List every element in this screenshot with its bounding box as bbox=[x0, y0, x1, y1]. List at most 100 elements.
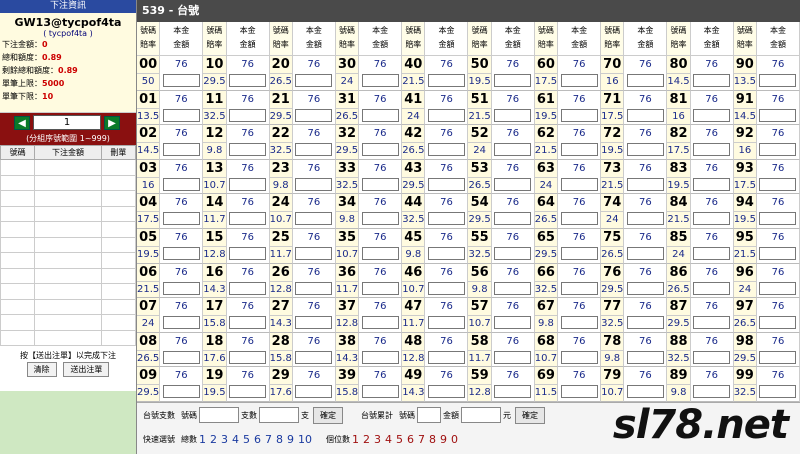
amount-input[interactable] bbox=[560, 350, 598, 364]
amount-input[interactable] bbox=[361, 281, 399, 295]
amount-input[interactable] bbox=[162, 108, 200, 122]
amount-input[interactable] bbox=[759, 350, 797, 364]
amount-input[interactable] bbox=[693, 281, 731, 295]
total-quick-number[interactable]: 4 bbox=[232, 433, 239, 446]
amount-input[interactable] bbox=[626, 143, 664, 157]
amount-input[interactable] bbox=[626, 281, 664, 295]
amount-input[interactable] bbox=[759, 246, 797, 260]
amount-input[interactable] bbox=[560, 108, 598, 122]
amount-input[interactable] bbox=[295, 74, 333, 87]
digit-quick-number[interactable]: 5 bbox=[396, 433, 403, 446]
amount-input[interactable] bbox=[759, 385, 797, 399]
total-quick-number[interactable]: 8 bbox=[276, 433, 283, 446]
amount-input[interactable] bbox=[295, 177, 333, 191]
amount-input[interactable] bbox=[361, 74, 399, 87]
amount-input[interactable] bbox=[461, 407, 501, 423]
num-input[interactable] bbox=[199, 407, 239, 423]
amount-input[interactable] bbox=[162, 143, 200, 157]
amount-input[interactable] bbox=[759, 143, 797, 157]
amount-input[interactable] bbox=[229, 108, 267, 122]
amount-input[interactable] bbox=[162, 74, 200, 87]
amount-input[interactable] bbox=[560, 177, 598, 191]
digit-quick-number[interactable]: 3 bbox=[374, 433, 381, 446]
amount-input[interactable] bbox=[560, 281, 598, 295]
amount-input[interactable] bbox=[229, 143, 267, 157]
amount-input[interactable] bbox=[361, 316, 399, 330]
digit-quick-number[interactable]: 0 bbox=[451, 433, 458, 446]
amount-input[interactable] bbox=[626, 177, 664, 191]
amount-input[interactable] bbox=[229, 177, 267, 191]
clear-button[interactable]: 清除 bbox=[26, 362, 57, 377]
amount-input[interactable] bbox=[759, 281, 797, 295]
amount-input[interactable] bbox=[229, 246, 267, 260]
amount-input[interactable] bbox=[295, 385, 333, 399]
amount-input[interactable] bbox=[560, 212, 598, 226]
amount-input[interactable] bbox=[229, 281, 267, 295]
amount-input[interactable] bbox=[560, 316, 598, 330]
amount-input[interactable] bbox=[361, 177, 399, 191]
amount-input[interactable] bbox=[494, 143, 532, 157]
amount-input[interactable] bbox=[162, 316, 200, 330]
amount-input[interactable] bbox=[361, 350, 399, 364]
confirm-button-1[interactable]: 確定 bbox=[313, 406, 343, 424]
amount-input[interactable] bbox=[427, 108, 465, 122]
amount-input[interactable] bbox=[494, 177, 532, 191]
amount-input[interactable] bbox=[759, 108, 797, 122]
amount-input[interactable] bbox=[427, 143, 465, 157]
amount-input[interactable] bbox=[295, 143, 333, 157]
amount-input[interactable] bbox=[693, 143, 731, 157]
amount-input[interactable] bbox=[361, 212, 399, 226]
confirm-button-2[interactable]: 確定 bbox=[515, 406, 545, 424]
prev-arrow-icon[interactable]: ◀ bbox=[14, 116, 30, 130]
amount-input[interactable] bbox=[560, 246, 598, 260]
amount-input[interactable] bbox=[693, 350, 731, 364]
amount-input[interactable] bbox=[295, 281, 333, 295]
next-arrow-icon[interactable]: ▶ bbox=[104, 116, 120, 130]
amount-input[interactable] bbox=[560, 143, 598, 157]
amount-input[interactable] bbox=[427, 74, 465, 87]
amount-input[interactable] bbox=[229, 212, 267, 226]
digit-quick-number[interactable]: 4 bbox=[385, 433, 392, 446]
amount-input[interactable] bbox=[427, 246, 465, 260]
amount-input[interactable] bbox=[162, 281, 200, 295]
amount-input[interactable] bbox=[162, 212, 200, 226]
amount-input[interactable] bbox=[759, 74, 797, 87]
digit-quick-number[interactable]: 2 bbox=[363, 433, 370, 446]
amount-input[interactable] bbox=[295, 350, 333, 364]
amount-input[interactable] bbox=[693, 212, 731, 226]
amount-input[interactable] bbox=[693, 316, 731, 330]
amount-input[interactable] bbox=[494, 212, 532, 226]
amount-input[interactable] bbox=[229, 385, 267, 399]
total-quick-number[interactable]: 5 bbox=[243, 433, 250, 446]
amount-input[interactable] bbox=[626, 212, 664, 226]
page-input[interactable]: 1 bbox=[33, 115, 101, 130]
amount-input[interactable] bbox=[162, 177, 200, 191]
amount-input[interactable] bbox=[295, 316, 333, 330]
amount-input[interactable] bbox=[361, 143, 399, 157]
amount-input[interactable] bbox=[693, 385, 731, 399]
amount-input[interactable] bbox=[162, 246, 200, 260]
amount-input[interactable] bbox=[494, 385, 532, 399]
amount-input[interactable] bbox=[494, 281, 532, 295]
amount-input[interactable] bbox=[626, 74, 664, 87]
amount-input[interactable] bbox=[626, 350, 664, 364]
amount-input[interactable] bbox=[427, 177, 465, 191]
total-quick-number[interactable]: 9 bbox=[287, 433, 294, 446]
amount-input[interactable] bbox=[361, 246, 399, 260]
total-quick-number[interactable]: 6 bbox=[254, 433, 261, 446]
amount-input[interactable] bbox=[560, 74, 598, 87]
amount-input[interactable] bbox=[494, 74, 532, 87]
total-quick-number[interactable]: 1 bbox=[199, 433, 206, 446]
amount-input[interactable] bbox=[427, 281, 465, 295]
amount-input[interactable] bbox=[560, 385, 598, 399]
amount-input[interactable] bbox=[295, 212, 333, 226]
digit-quick-number[interactable]: 9 bbox=[440, 433, 447, 446]
amount-input[interactable] bbox=[759, 212, 797, 226]
amount-input[interactable] bbox=[295, 246, 333, 260]
amount-input[interactable] bbox=[759, 177, 797, 191]
amount-input[interactable] bbox=[361, 108, 399, 122]
amount-input[interactable] bbox=[626, 316, 664, 330]
amount-input[interactable] bbox=[427, 350, 465, 364]
amount-input[interactable] bbox=[229, 350, 267, 364]
amount-input[interactable] bbox=[229, 74, 267, 87]
